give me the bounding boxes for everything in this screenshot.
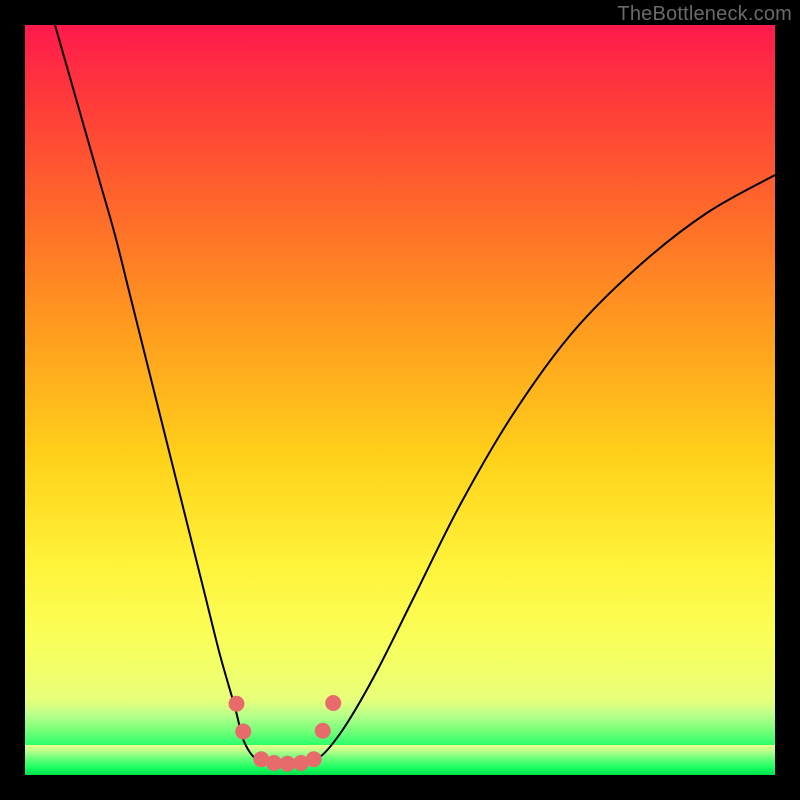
valley-dot-5 — [306, 751, 322, 767]
plot-area — [25, 25, 775, 775]
left-lower-dot — [235, 724, 251, 740]
watermark-text: TheBottleneck.com — [617, 3, 792, 26]
bottleneck-curve — [55, 25, 775, 765]
outer-frame: TheBottleneck.com — [0, 0, 800, 800]
right-lower-dot — [315, 723, 331, 739]
chart-svg — [25, 25, 775, 775]
left-upper-dot — [229, 696, 245, 712]
curve-paths — [55, 25, 775, 765]
right-upper-dot — [325, 695, 341, 711]
marker-dots — [229, 695, 342, 772]
